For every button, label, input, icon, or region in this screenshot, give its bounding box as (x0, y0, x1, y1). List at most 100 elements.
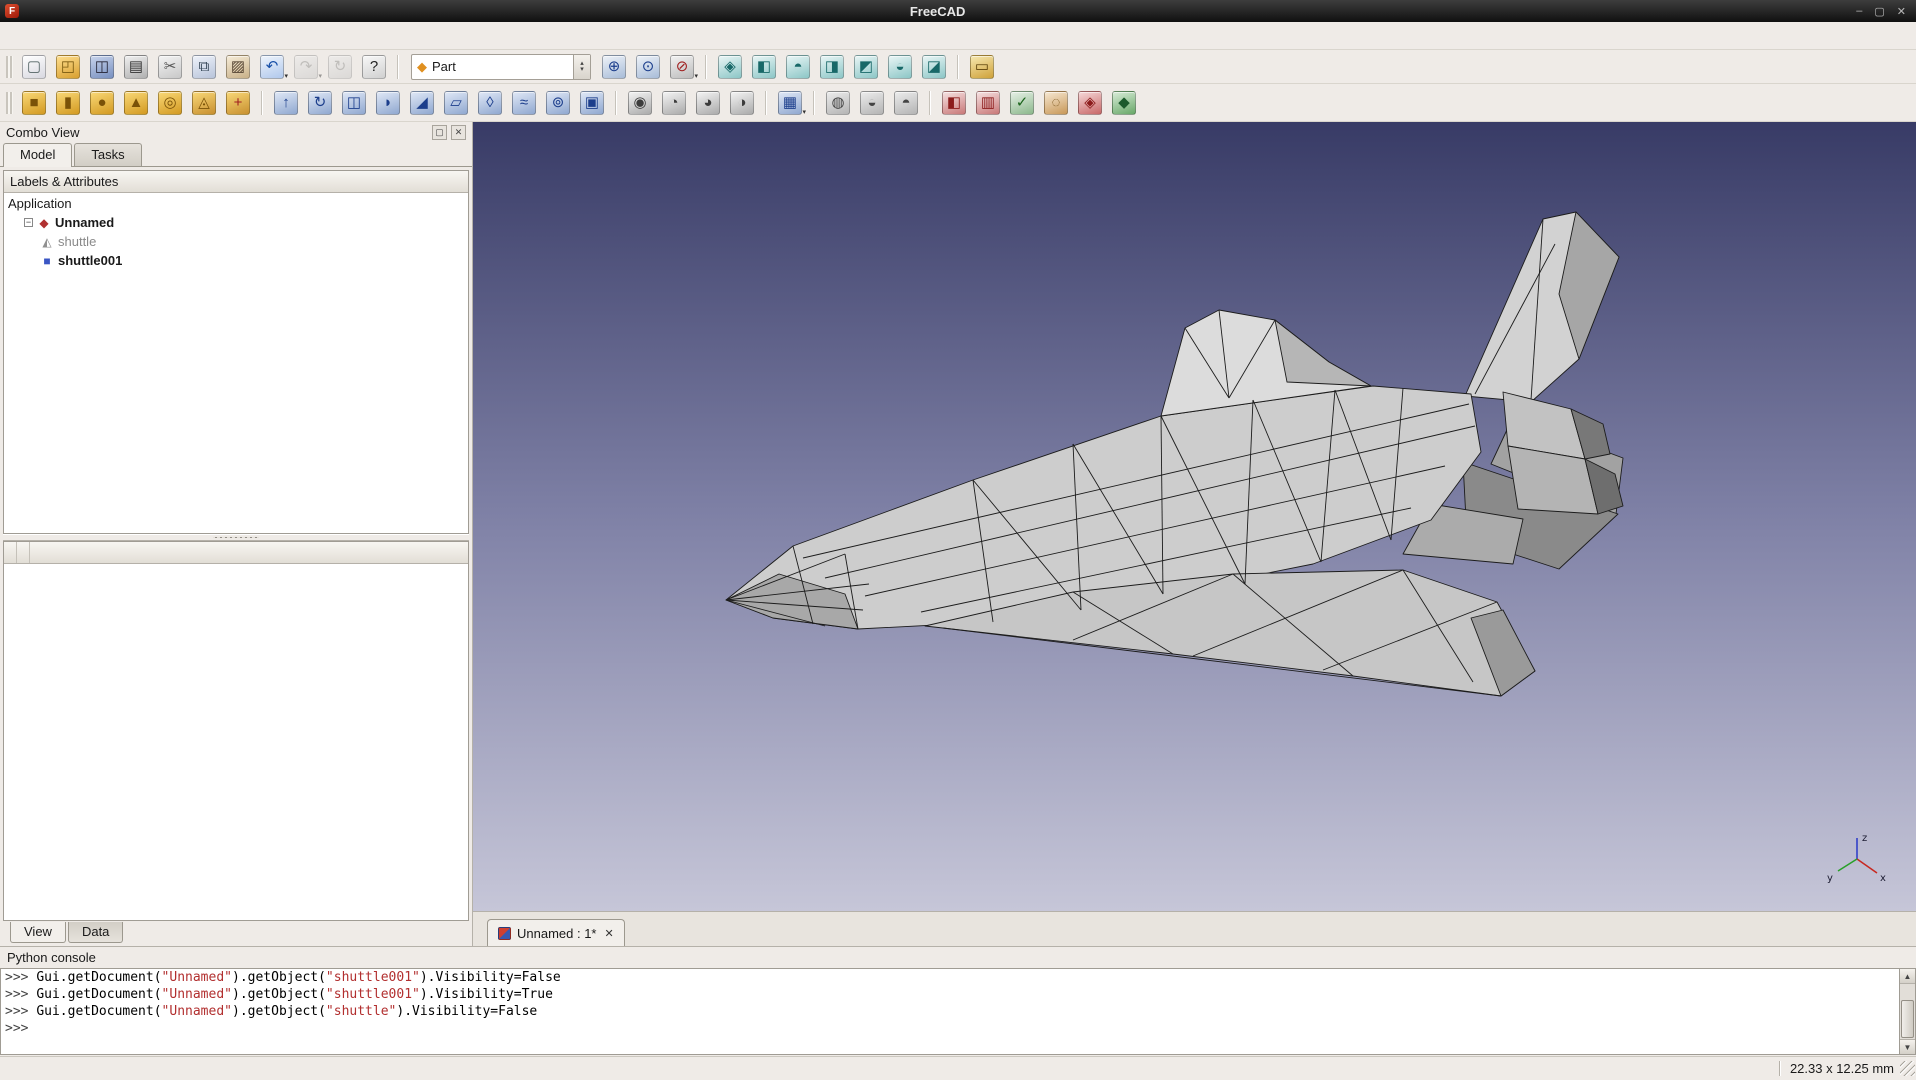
tree-item-application[interactable]: Application (4, 194, 468, 213)
part-convert-solid[interactable]: ◆ (1107, 88, 1141, 118)
part-cylinder[interactable]: ▮ (51, 88, 85, 118)
part-refine-shape[interactable]: ◈ (1073, 88, 1107, 118)
tab-model[interactable]: Model (3, 143, 73, 167)
view-right[interactable]: ◨ (815, 52, 849, 82)
new-document[interactable]: ▢ (17, 52, 51, 82)
view-rear[interactable]: ◩ (849, 52, 883, 82)
part-compound[interactable]: ▦ ▾ (773, 88, 807, 118)
tree-item-shuttle001[interactable]: ■ shuttle001 (4, 251, 468, 270)
part-revolve[interactable]: ↻ (303, 88, 337, 118)
part-check-geometry[interactable]: ✓ (1005, 88, 1039, 118)
close-panel-button[interactable]: ✕ (451, 124, 466, 140)
part-defeaturing[interactable]: ◌ (1039, 88, 1073, 118)
part-ruled-surface[interactable]: ▱ (439, 88, 473, 118)
tree-item-shuttle[interactable]: ◭ shuttle (4, 232, 468, 251)
menu-item[interactable] (166, 31, 186, 41)
console-scrollbar[interactable]: ▲ ▼ (1899, 968, 1916, 1055)
part-embed[interactable]: ◒ (855, 88, 889, 118)
toolbar-grip[interactable] (6, 91, 13, 114)
part-torus[interactable]: ◎ (153, 88, 187, 118)
fit-all[interactable]: ⊕ (597, 52, 631, 82)
part-create-primitives[interactable]: ◬ (187, 88, 221, 118)
tab-tasks[interactable]: Tasks (74, 143, 142, 166)
tab-view[interactable]: View (10, 922, 66, 943)
shuttle-model[interactable] (473, 122, 1916, 911)
minimize-button[interactable]: – (1856, 5, 1862, 18)
part-chamfer[interactable]: ◢ (405, 88, 439, 118)
part-box[interactable]: ■ (17, 88, 51, 118)
part-loft[interactable]: ◊ (473, 88, 507, 118)
paste[interactable]: ▨ (221, 52, 255, 82)
menu-item[interactable] (106, 31, 126, 41)
property-column-header[interactable] (4, 542, 17, 563)
close-button[interactable]: ✕ (1897, 5, 1906, 18)
open-document[interactable]: ◰ (51, 52, 85, 82)
scrollbar-thumb[interactable] (1901, 1000, 1914, 1038)
part-mirror[interactable]: ◫ (337, 88, 371, 118)
menu-item[interactable] (6, 31, 26, 41)
undo[interactable]: ↶ ▾ (255, 52, 289, 82)
view-isometric[interactable]: ◈ (713, 52, 747, 82)
view-left[interactable]: ◪ (917, 52, 951, 82)
part-sweep[interactable]: ≈ (507, 88, 541, 118)
menu-item[interactable] (86, 31, 106, 41)
resize-grip[interactable] (1900, 1061, 1915, 1076)
menu-item[interactable] (46, 31, 66, 41)
cut[interactable]: ✂ (153, 52, 187, 82)
part-shape-builder[interactable]: + (221, 88, 255, 118)
menu-item[interactable] (66, 31, 86, 41)
draw-style[interactable]: ⊘ ▾ (665, 52, 699, 82)
dropdown-arrow-icon[interactable]: ▾ (694, 72, 698, 80)
fit-selection[interactable]: ⊙ (631, 52, 665, 82)
tab-data[interactable]: Data (67, 922, 124, 943)
maximize-button[interactable]: ▢ (1874, 5, 1884, 18)
view-top[interactable]: ◓ (781, 52, 815, 82)
scroll-down-icon[interactable]: ▼ (1900, 1039, 1915, 1054)
scrollbar-track[interactable] (1900, 984, 1915, 1039)
part-union[interactable]: ◕ (691, 88, 725, 118)
view-bottom[interactable]: ◒ (883, 52, 917, 82)
expander-icon[interactable]: − (24, 218, 33, 227)
menu-item[interactable] (126, 31, 146, 41)
part-cross-sections[interactable]: ▥ (971, 88, 1005, 118)
python-console-input[interactable]: >>> Gui.getDocument("Unnamed").getObject… (0, 968, 1899, 1055)
scroll-up-icon[interactable]: ▲ (1900, 969, 1915, 984)
workbench-selector[interactable]: ◆ Part ▴ ▾ (411, 53, 591, 80)
view-front[interactable]: ◧ (747, 52, 781, 82)
part-cut[interactable]: ◔ (657, 88, 691, 118)
part-extrude[interactable]: ↑ (269, 88, 303, 118)
labels-attributes-header[interactable]: Labels & Attributes (4, 171, 468, 193)
menu-item[interactable] (26, 31, 46, 41)
close-document-icon[interactable]: ✕ (605, 927, 614, 940)
tree-item-unnamed[interactable]: − ◆ Unnamed (4, 213, 468, 232)
save-document[interactable]: ◫ (85, 52, 119, 82)
part-boolean[interactable]: ◉ (623, 88, 657, 118)
part-cutout[interactable]: ◓ (889, 88, 923, 118)
part-offset[interactable]: ⊚ (541, 88, 575, 118)
combo-spinner-icon[interactable]: ▴ ▾ (573, 54, 590, 79)
whats-this[interactable]: ? (357, 52, 391, 82)
property-list[interactable] (4, 564, 468, 920)
part-fillet[interactable]: ◗ (371, 88, 405, 118)
part-sphere[interactable]: ● (85, 88, 119, 118)
copy[interactable]: ⧉ (187, 52, 221, 82)
menu-item[interactable] (146, 31, 166, 41)
document-tab[interactable]: Unnamed : 1* ✕ (487, 919, 625, 946)
property-column-header[interactable] (17, 542, 30, 563)
print[interactable]: ▤ (119, 52, 153, 82)
part-section[interactable]: ◧ (937, 88, 971, 118)
panel-splitter[interactable] (3, 534, 469, 541)
toolbar-grip[interactable] (6, 55, 13, 78)
refresh[interactable]: ↻ (323, 52, 357, 82)
3d-viewport[interactable]: z x y (473, 122, 1916, 911)
part-thickness[interactable]: ▣ (575, 88, 609, 118)
measure-linear[interactable]: ▭ (965, 52, 999, 82)
part-common[interactable]: ◑ (725, 88, 759, 118)
redo[interactable]: ↷ ▾ (289, 52, 323, 82)
part-connect[interactable]: ◍ (821, 88, 855, 118)
dropdown-arrow-icon[interactable]: ▾ (284, 72, 288, 80)
float-panel-button[interactable]: ▢ (432, 124, 447, 140)
dropdown-arrow-icon[interactable]: ▾ (318, 72, 322, 80)
part-cone[interactable]: ▲ (119, 88, 153, 118)
dropdown-arrow-icon[interactable]: ▾ (802, 108, 806, 116)
